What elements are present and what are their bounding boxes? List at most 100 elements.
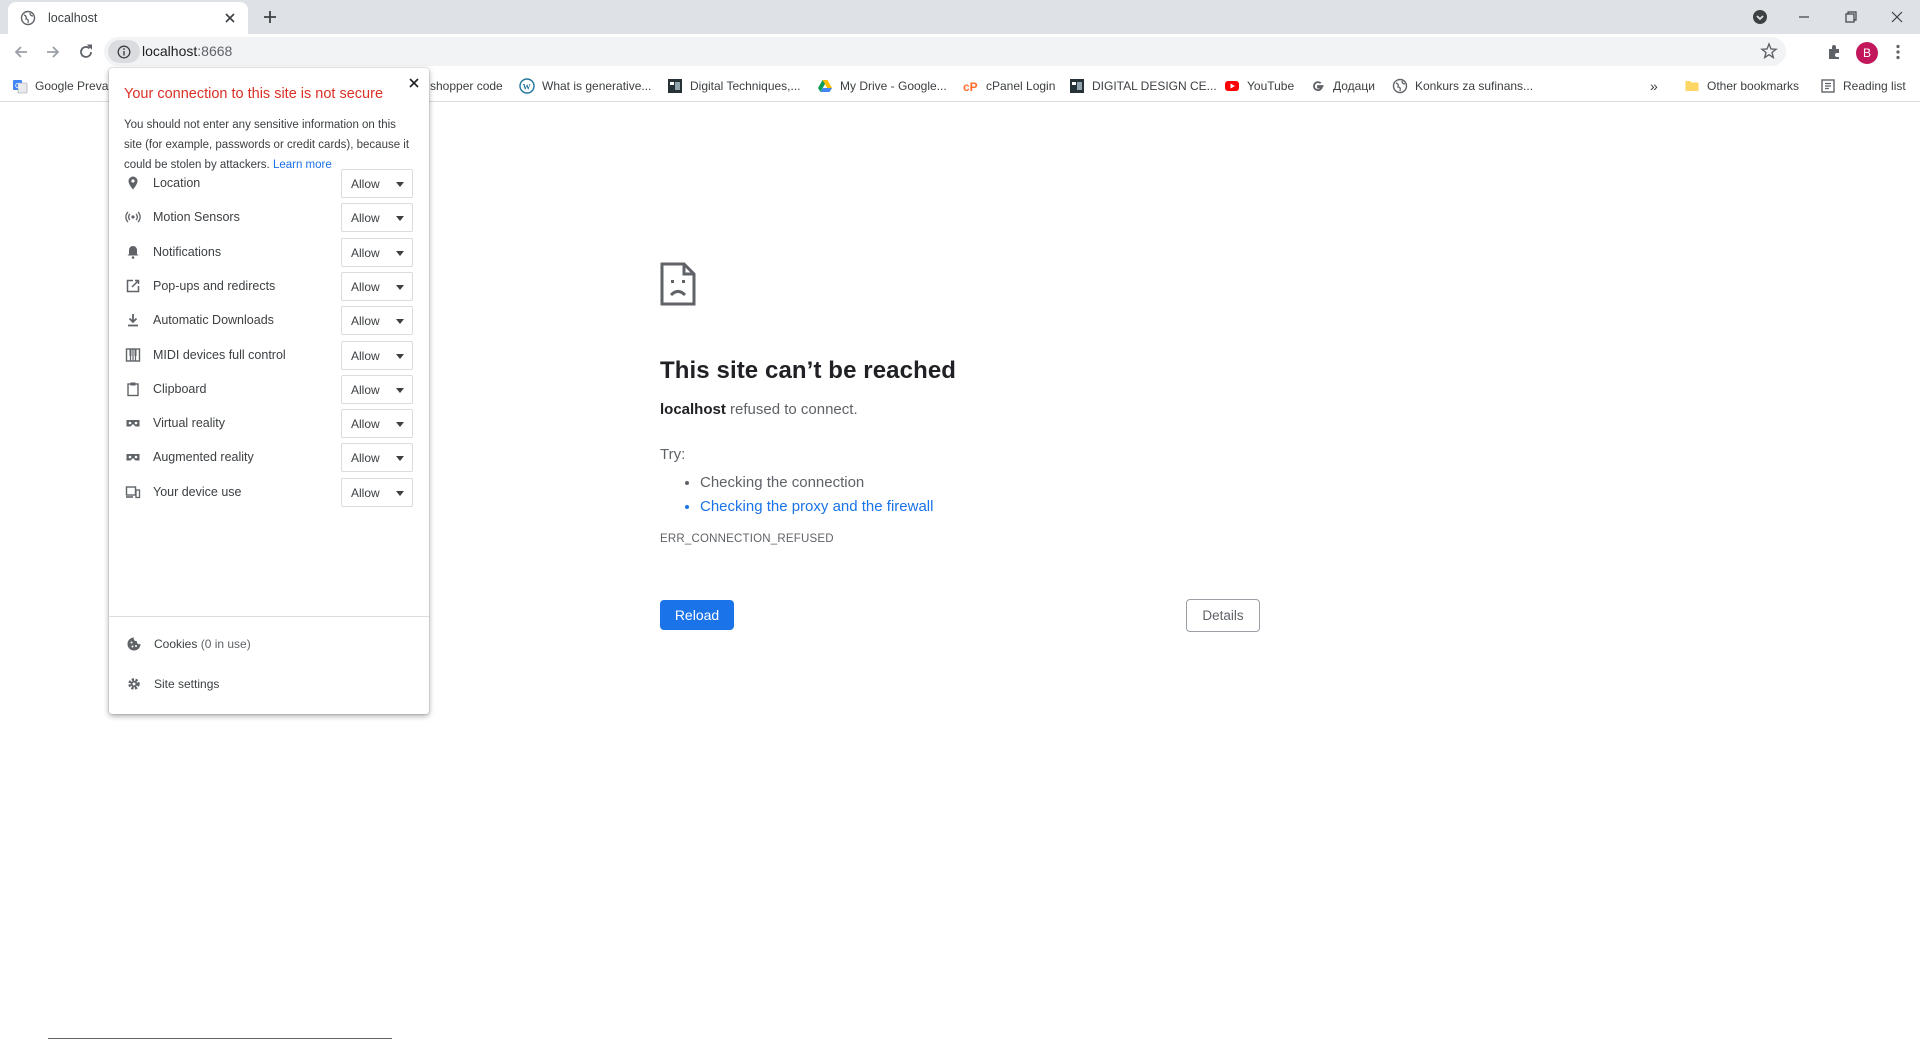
browser-window: localhost localhost:8668 B G Google Prev… bbox=[0, 0, 1920, 1041]
permission-select[interactable]: Allow bbox=[341, 340, 413, 370]
close-icon[interactable] bbox=[405, 74, 423, 92]
info-icon bbox=[117, 45, 131, 58]
other-bookmarks-folder[interactable]: Other bookmarks bbox=[1684, 76, 1799, 96]
bookmark-item[interactable]: W What is generative... bbox=[519, 76, 651, 96]
permission-label: Notifications bbox=[153, 244, 222, 259]
site-info-button[interactable] bbox=[108, 40, 140, 63]
connection-warning-heading: Your connection to this site is not secu… bbox=[124, 86, 384, 102]
sad-page-icon bbox=[660, 262, 696, 306]
chevron-down-icon bbox=[396, 250, 404, 256]
permission-value: Allow bbox=[351, 382, 380, 397]
permission-row-augmented-reality: Augmented reality Allow bbox=[109, 441, 429, 473]
permission-select[interactable]: Allow bbox=[341, 203, 413, 233]
new-tab-icon[interactable] bbox=[260, 7, 280, 27]
permission-select[interactable]: Allow bbox=[341, 477, 413, 507]
google-drive-icon bbox=[818, 80, 832, 92]
site-settings-link[interactable]: Site settings bbox=[109, 668, 429, 700]
bookmark-label: cPanel Login bbox=[986, 79, 1056, 93]
restore-icon[interactable] bbox=[1840, 6, 1862, 28]
bookmark-label: Konkurs za sufinans... bbox=[1415, 79, 1534, 93]
permission-select[interactable]: Allow bbox=[341, 409, 413, 439]
gear-icon bbox=[128, 678, 140, 690]
bookmark-label: Digital Techniques,... bbox=[690, 79, 801, 93]
bookmark-star-icon[interactable] bbox=[1760, 42, 1778, 60]
permission-select[interactable]: Allow bbox=[341, 374, 413, 404]
bookmark-item[interactable]: G Google Preva bbox=[12, 76, 108, 96]
status-line bbox=[48, 1038, 392, 1039]
bookmark-item[interactable]: My Drive - Google... bbox=[817, 76, 947, 96]
popup-icon bbox=[126, 279, 140, 293]
bookmark-label: What is generative... bbox=[542, 79, 652, 93]
bookmark-item[interactable]: YouTube bbox=[1224, 76, 1294, 96]
permission-value: Allow bbox=[351, 314, 380, 329]
close-window-icon[interactable] bbox=[1886, 6, 1908, 28]
site-settings-label: Site settings bbox=[154, 677, 220, 691]
divider bbox=[109, 616, 429, 617]
suggestion-link-proxy[interactable]: Checking the proxy and the firewall bbox=[700, 495, 1260, 519]
bookmark-label: shopper code bbox=[430, 79, 503, 93]
error-desc-text: refused to connect. bbox=[725, 401, 858, 418]
bookmark-item[interactable]: cP cPanel Login bbox=[963, 76, 1055, 96]
cookies-count: (0 in use) bbox=[200, 637, 251, 651]
bookmark-item[interactable]: DIGITAL DESIGN CE... bbox=[1069, 76, 1217, 96]
permission-select[interactable]: Allow bbox=[341, 306, 413, 336]
error-page: This site can’t be reached localhost ref… bbox=[660, 262, 1260, 545]
vr-headset-icon bbox=[126, 420, 140, 427]
cookies-link[interactable]: Cookies (0 in use) bbox=[109, 628, 429, 660]
reload-button[interactable]: Reload bbox=[660, 600, 734, 630]
url-text[interactable]: localhost:8668 bbox=[142, 43, 232, 59]
svg-text:cP: cP bbox=[963, 80, 978, 94]
bookmark-item[interactable]: Додаци bbox=[1310, 76, 1375, 96]
back-icon[interactable] bbox=[11, 42, 31, 62]
minimize-icon[interactable] bbox=[1793, 6, 1815, 28]
permission-row-clipboard: Clipboard Allow bbox=[109, 373, 429, 405]
permission-select[interactable]: Allow bbox=[341, 169, 413, 198]
cpanel-icon: cP bbox=[963, 80, 978, 94]
address-bar[interactable]: localhost:8668 bbox=[104, 37, 1786, 66]
tab-strip: localhost bbox=[0, 0, 1920, 34]
download-icon bbox=[128, 314, 138, 327]
permission-label: Automatic Downloads bbox=[153, 313, 274, 328]
permission-row-pop-ups-and-redirects: Pop-ups and redirects Allow bbox=[109, 270, 429, 302]
close-tab-icon[interactable] bbox=[222, 10, 238, 26]
permission-row-automatic-downloads: Automatic Downloads Allow bbox=[109, 304, 429, 336]
tab-localhost[interactable]: localhost bbox=[8, 2, 248, 34]
bookmark-label: DIGITAL DESIGN CE... bbox=[1092, 79, 1217, 93]
midi-icon bbox=[125, 347, 141, 362]
chevron-down-icon bbox=[396, 422, 404, 428]
permission-row-midi-devices-full-control: MIDI devices full control Allow bbox=[109, 339, 429, 371]
page-icon bbox=[668, 79, 682, 93]
bookmark-item[interactable]: shopper code bbox=[430, 76, 503, 96]
more-bookmarks-button[interactable]: » bbox=[1650, 76, 1658, 96]
error-host: localhost bbox=[660, 401, 726, 418]
site-info-popup: Your connection to this site is not secu… bbox=[109, 68, 429, 714]
reading-list-button[interactable]: Reading list bbox=[1820, 76, 1906, 96]
warning-description: You should not enter any sensitive infor… bbox=[124, 119, 410, 171]
connection-warning-text: You should not enter any sensitive infor… bbox=[124, 115, 416, 175]
cookies-text: Cookies bbox=[154, 637, 198, 651]
tab-search-icon[interactable] bbox=[1749, 6, 1771, 28]
chevron-down-icon bbox=[396, 216, 404, 222]
permission-select[interactable]: Allow bbox=[341, 443, 413, 473]
permission-label: Location bbox=[153, 176, 201, 190]
permission-select[interactable]: Allow bbox=[341, 237, 413, 267]
bookmark-item[interactable]: Konkurs za sufinans... bbox=[1392, 76, 1533, 96]
permission-label: MIDI devices full control bbox=[153, 347, 286, 362]
globe-icon bbox=[20, 10, 36, 26]
forward-icon[interactable] bbox=[43, 42, 63, 62]
permission-row-your-device-use: Your device use Allow bbox=[109, 476, 429, 508]
reload-icon[interactable] bbox=[76, 42, 96, 62]
menu-icon[interactable] bbox=[1888, 42, 1908, 62]
extensions-icon[interactable] bbox=[1824, 42, 1844, 62]
permission-select[interactable]: Allow bbox=[341, 271, 413, 301]
chevron-down-icon bbox=[396, 319, 404, 325]
bookmark-item[interactable]: Digital Techniques,... bbox=[667, 76, 801, 96]
permission-label: Augmented reality bbox=[153, 450, 254, 465]
profile-avatar[interactable]: B bbox=[1856, 42, 1878, 64]
chevron-down-icon bbox=[396, 456, 404, 462]
url-host: localhost bbox=[142, 43, 198, 59]
permission-label: Pop-ups and redirects bbox=[153, 278, 276, 293]
tab-title: localhost bbox=[48, 11, 98, 25]
motion-sensors-icon bbox=[125, 211, 141, 223]
details-button[interactable]: Details bbox=[1186, 599, 1260, 632]
